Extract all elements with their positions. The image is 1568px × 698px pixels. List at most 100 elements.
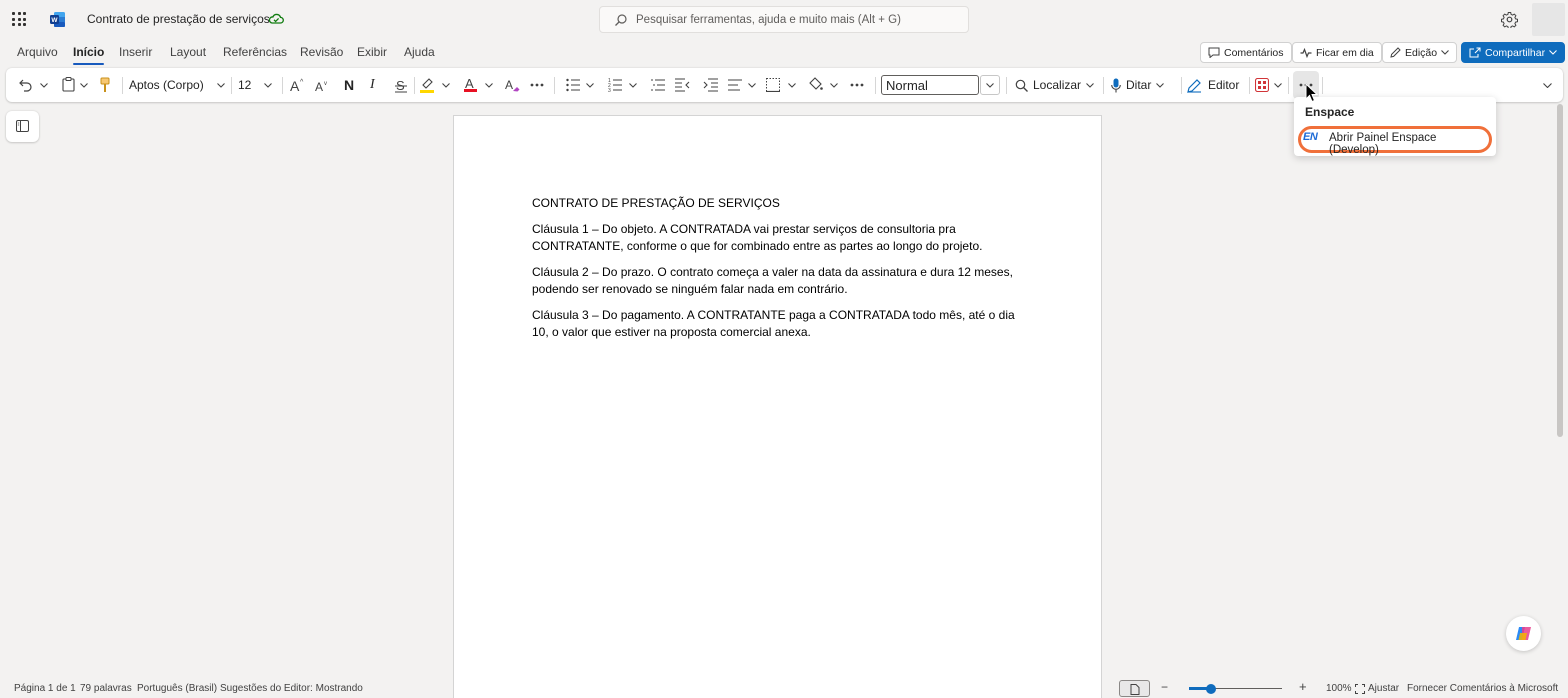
feedback-link[interactable]: Fornecer Comentários à Microsoft (1407, 683, 1558, 694)
word-count[interactable]: 79 palavras (80, 683, 132, 694)
more-font-options-icon[interactable] (530, 83, 544, 87)
find-button[interactable]: Localizar (1015, 68, 1094, 102)
document-body[interactable]: CONTRATO DE PRESTAÇÃO DE SERVIÇOS Cláusu… (532, 195, 1032, 350)
shrink-font-icon[interactable]: Av (315, 79, 331, 93)
increase-indent-icon[interactable] (703, 78, 718, 92)
numbering-icon[interactable]: 123 (608, 77, 622, 92)
dictate-button[interactable]: Ditar (1111, 68, 1165, 102)
page-count[interactable]: Página 1 de 1 (14, 683, 76, 694)
multilevel-list-icon[interactable] (651, 78, 665, 92)
find-label: Localizar (1033, 78, 1082, 92)
catchup-button[interactable]: Ficar em dia (1292, 42, 1382, 63)
strikethrough-icon[interactable]: S (395, 77, 407, 93)
style-gallery[interactable]: Normal (881, 75, 979, 95)
add-ins-chevron-icon[interactable] (1274, 83, 1282, 88)
comments-label: Comentários (1224, 46, 1284, 59)
borders-icon[interactable] (766, 78, 780, 92)
style-dropdown-button[interactable] (980, 75, 1000, 95)
zoom-slider-thumb[interactable] (1206, 684, 1216, 694)
shading-chevron-icon[interactable] (830, 83, 838, 88)
clause-1-paragraph[interactable]: Cláusula 1 – Do objeto. A CONTRATADA vai… (532, 221, 1032, 255)
tab-revisao[interactable]: Revisão (300, 45, 343, 59)
search-box[interactable] (599, 6, 969, 33)
tab-exibir[interactable]: Exibir (357, 45, 387, 59)
mic-icon (1111, 78, 1121, 92)
clause-3-paragraph[interactable]: Cláusula 3 – Do pagamento. A CONTRATANTE… (532, 307, 1032, 341)
tab-inserir[interactable]: Inserir (119, 45, 152, 59)
editing-mode-button[interactable]: Edição (1382, 42, 1458, 63)
clause-2-paragraph[interactable]: Cláusula 2 – Do prazo. O contrato começa… (532, 264, 1032, 298)
grow-font-icon[interactable]: A ^ (290, 77, 306, 93)
ribbon-separator (122, 77, 123, 94)
undo-chevron-icon[interactable] (40, 83, 48, 88)
tab-referencias[interactable]: Referências (223, 45, 287, 59)
language-indicator[interactable]: Português (Brasil) (137, 683, 217, 694)
zoom-level[interactable]: 100% (1326, 683, 1352, 694)
add-ins-icon[interactable] (1255, 78, 1269, 92)
editor-button[interactable]: Editor (1187, 68, 1239, 102)
decrease-indent-icon[interactable] (675, 78, 690, 92)
align-chevron-icon[interactable] (748, 83, 756, 88)
copilot-button[interactable] (1506, 616, 1541, 651)
cloud-saved-icon[interactable] (268, 12, 284, 26)
font-color-icon[interactable]: A (464, 76, 477, 93)
print-layout-view-button[interactable] (1119, 680, 1150, 697)
zoom-in-button[interactable]: + (1299, 679, 1307, 694)
svg-text:W: W (51, 17, 58, 24)
document-heading[interactable]: CONTRATO DE PRESTAÇÃO DE SERVIÇOS (532, 195, 1032, 212)
app-launcher-waffle-icon[interactable] (12, 12, 26, 26)
font-size-dropdown[interactable]: 12 (233, 75, 277, 95)
font-name-dropdown[interactable]: Aptos (Corpo) (124, 75, 230, 95)
vertical-scrollbar[interactable] (1557, 104, 1563, 437)
paste-chevron-icon[interactable] (80, 83, 88, 88)
tab-inicio[interactable]: Início (73, 45, 105, 65)
comments-button[interactable]: Comentários (1200, 42, 1292, 63)
document-page[interactable]: CONTRATO DE PRESTAÇÃO DE SERVIÇOS Cláusu… (453, 115, 1102, 698)
ribbon-separator (282, 77, 283, 94)
chevron-down-icon (264, 83, 272, 88)
share-icon (1469, 47, 1481, 58)
format-painter-icon[interactable] (100, 77, 110, 93)
tab-arquivo[interactable]: Arquivo (17, 45, 58, 59)
share-button[interactable]: Compartilhar (1461, 42, 1566, 63)
zoom-out-button[interactable]: − (1161, 680, 1168, 694)
word-logo-icon[interactable]: W (50, 11, 66, 28)
clear-formatting-icon[interactable]: A (505, 77, 520, 93)
tab-ajuda[interactable]: Ajuda (404, 45, 435, 59)
borders-chevron-icon[interactable] (788, 83, 796, 88)
svg-text:A: A (290, 78, 300, 93)
ribbon-separator (875, 77, 876, 94)
more-paragraph-options-icon[interactable] (850, 83, 864, 87)
highlighter-chevron-icon[interactable] (442, 83, 450, 88)
ribbon-separator (414, 77, 415, 94)
ribbon-collapse-chevron-icon[interactable] (1543, 83, 1552, 88)
dropdown-group-header: Enspace (1305, 105, 1355, 119)
paste-icon[interactable] (62, 77, 75, 92)
align-icon[interactable] (728, 78, 742, 92)
numbering-chevron-icon[interactable] (629, 83, 637, 88)
navigation-pane-button[interactable] (6, 111, 39, 142)
open-enspace-panel-item[interactable]: EN Abrir Painel Enspace (Develop) (1298, 126, 1492, 156)
gear-icon[interactable] (1501, 11, 1518, 28)
bullets-chevron-icon[interactable] (586, 83, 594, 88)
style-value: Normal (886, 77, 928, 93)
account-avatar[interactable] (1532, 3, 1565, 36)
font-color-chevron-icon[interactable] (485, 83, 493, 88)
svg-text:A: A (465, 76, 474, 91)
ribbon-separator (1249, 77, 1250, 94)
highlighter-icon[interactable] (420, 77, 434, 93)
italic-button[interactable]: I (370, 68, 375, 102)
bold-button[interactable]: N (344, 68, 354, 102)
search-input[interactable] (636, 11, 956, 29)
shading-icon[interactable] (809, 77, 823, 92)
ribbon-separator (1103, 77, 1104, 94)
tab-layout[interactable]: Layout (170, 45, 206, 59)
share-label: Compartilhar (1485, 46, 1546, 59)
bullets-icon[interactable] (566, 78, 580, 92)
chevron-down-icon (1086, 82, 1094, 88)
document-title[interactable]: Contrato de prestação de serviços (87, 12, 270, 26)
editor-suggestions-status[interactable]: Sugestões do Editor: Mostrando (220, 683, 363, 694)
undo-icon[interactable] (19, 78, 33, 92)
fit-icon (1355, 684, 1365, 694)
fit-button[interactable]: Ajustar (1368, 683, 1399, 694)
